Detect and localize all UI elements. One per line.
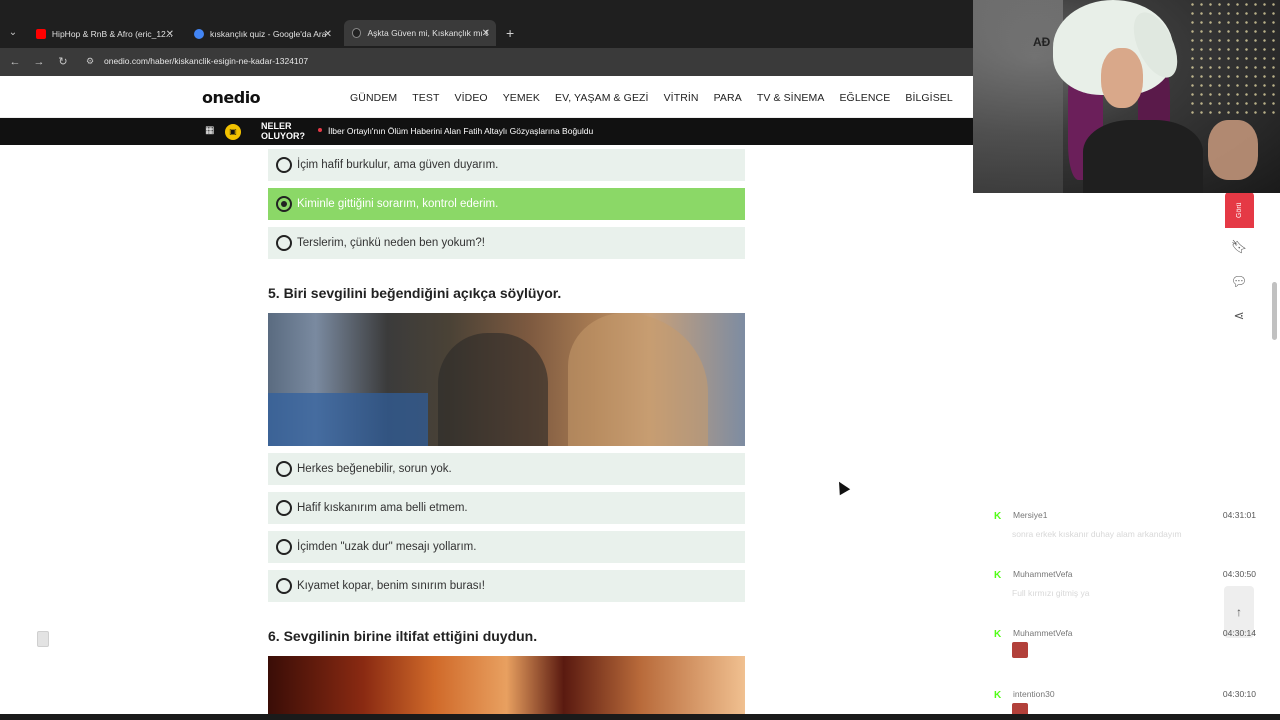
tab-close-icon[interactable]: ✕ — [166, 29, 174, 40]
webcam-sign: AÐ — [1033, 35, 1051, 49]
chat-message: K MuhammetVefa 04:30:14 — [994, 628, 1264, 668]
radio-checked-icon — [276, 196, 292, 212]
kick-icon: K — [994, 570, 1002, 581]
live-badge-icon: ▣ — [225, 124, 241, 140]
nav-item-eglence[interactable]: EĞLENCE — [839, 92, 890, 104]
radio-icon — [276, 578, 292, 594]
chat-message: K Mersiye1 04:31:01 sonra erkek kıskanır… — [994, 510, 1264, 550]
chat-username: Mersiye1 — [1013, 510, 1048, 520]
answer-text: Hafif kıskanırım ama belli etmem. — [297, 502, 468, 514]
answer-option[interactable]: İçimden "uzak dur" mesajı yollarım. — [268, 531, 745, 563]
ticker-headline[interactable]: İlber Ortaylı'nın Ölüm Haberini Alan Fat… — [328, 126, 593, 136]
answer-option[interactable]: Kıyamet kopar, benim sınırım burası! — [268, 570, 745, 602]
chat-message: K MuhammetVefa 04:30:50 Full kırmızı git… — [994, 569, 1264, 609]
nav-item-ev-yasam-gezi[interactable]: EV, YAŞAM & GEZİ — [555, 92, 649, 104]
answer-text: Herkes beğenebilir, sorun yok. — [297, 463, 452, 475]
chat-username: MuhammetVefa — [1013, 628, 1073, 638]
grid-menu-icon[interactable]: ▦ — [205, 125, 214, 136]
radio-icon — [276, 157, 292, 173]
nav-item-video[interactable]: VİDEO — [455, 92, 488, 104]
taskbar-edge — [0, 714, 1280, 720]
answer-option[interactable]: İçim hafif burkulur, ama güven duyarım. — [268, 149, 745, 181]
answer-option[interactable]: Terslerim, çünkü neden ben yokum?! — [268, 227, 745, 259]
tab-close-icon[interactable]: ✕ — [324, 29, 332, 40]
nav-item-tv-sinema[interactable]: TV & SİNEMA — [757, 92, 825, 104]
google-icon — [194, 29, 204, 39]
url-field[interactable]: onedio.com/haber/kiskanclik-esigin-ne-ka… — [104, 56, 308, 66]
browser-tab[interactable]: kıskançlık quiz - Google'da Ara ✕ — [186, 22, 338, 46]
chat-time: 04:30:10 — [1222, 689, 1256, 699]
question-image — [268, 656, 745, 716]
kick-icon: K — [994, 511, 1002, 522]
chat-username: MuhammetVefa — [1013, 569, 1073, 579]
answer-option-selected[interactable]: Kiminle gittiğini sorarım, kontrol ederi… — [268, 188, 745, 220]
youtube-icon — [36, 29, 46, 39]
scrollbar-thumb[interactable] — [1272, 282, 1277, 340]
answer-text: Kıyamet kopar, benim sınırım burası! — [297, 580, 485, 592]
chat-username: intention30 — [1013, 689, 1055, 699]
kick-icon: K — [994, 629, 1002, 640]
chat-time: 04:30:14 — [1222, 628, 1256, 638]
answer-option[interactable]: Hafif kıskanırım ama belli etmem. — [268, 492, 745, 524]
browser-tab-active[interactable]: Aşkta Güven mi, Kıskançlık mı 8... ✕ — [344, 20, 496, 46]
tab-search-icon[interactable]: ⌄ — [4, 24, 22, 42]
ticker-label: NELER OLUYOR? — [261, 121, 305, 141]
mouse-cursor-icon — [833, 478, 851, 496]
question-image — [268, 313, 745, 446]
bookmark-icon[interactable]: 🔖︎ — [1229, 237, 1249, 257]
kick-icon: K — [994, 690, 1002, 701]
question-title: 5. Biri sevgilini beğendiğini açıkça söy… — [268, 285, 562, 301]
forward-icon[interactable]: → — [30, 53, 48, 71]
answer-text: İçim hafif burkulur, ama güven duyarım. — [297, 159, 499, 171]
nav-item-vitrin[interactable]: VİTRİN — [664, 92, 699, 104]
screen: ⌄ HipHop & RnB & Afro (eric_12... ✕ kısk… — [0, 0, 1280, 720]
tab-title: Aşkta Güven mi, Kıskançlık mı 8... — [367, 28, 488, 38]
radio-icon — [276, 461, 292, 477]
ticker-dot — [318, 128, 322, 132]
reload-icon[interactable]: ↻ — [54, 53, 72, 71]
answer-text: İçimden "uzak dur" mesajı yollarım. — [297, 541, 477, 553]
nav-item-para[interactable]: PARA — [714, 92, 742, 104]
chat-time: 04:30:50 — [1222, 569, 1256, 579]
comment-icon[interactable]: 💬︎ — [1229, 272, 1249, 292]
tab-close-icon[interactable]: ✕ — [482, 28, 490, 39]
site-header: onedio GÜNDEM TEST VİDEO YEMEK EV, YAŞAM… — [0, 78, 974, 118]
radio-icon — [276, 235, 292, 251]
browser-tab[interactable]: HipHop & RnB & Afro (eric_12... ✕ — [28, 22, 180, 46]
answer-option[interactable]: Herkes beğenebilir, sorun yok. — [268, 453, 745, 485]
new-tab-icon[interactable]: + — [506, 24, 514, 42]
ticker-label-line2: OLUYOR? — [261, 130, 305, 141]
answer-text: Terslerim, çünkü neden ben yokum?! — [297, 237, 485, 249]
webcam-overlay: AÐ — [973, 0, 1280, 193]
radio-icon — [276, 539, 292, 555]
main-nav: GÜNDEM TEST VİDEO YEMEK EV, YAŞAM & GEZİ… — [350, 92, 968, 104]
tab-title: HipHop & RnB & Afro (eric_12... — [51, 29, 172, 39]
answer-text: Kiminle gittiğini sorarım, kontrol ederi… — [297, 198, 499, 210]
comments-tab[interactable]: Görü — [1225, 192, 1254, 228]
share-icon[interactable]: ⋖ — [1229, 306, 1249, 326]
back-icon[interactable]: ← — [6, 53, 24, 71]
chat-text: sonra erkek kıskanır duhay alam arkanday… — [1012, 529, 1182, 539]
tab-title: kıskançlık quiz - Google'da Ara — [210, 29, 327, 39]
nav-item-bilgisel[interactable]: BİLGİSEL — [905, 92, 953, 104]
site-logo[interactable]: onedio — [202, 88, 261, 107]
radio-icon — [276, 500, 292, 516]
nav-item-yemek[interactable]: YEMEK — [503, 92, 540, 104]
chat-time: 04:31:01 — [1222, 510, 1256, 520]
question-title: 6. Sevgilinin birine iltifat ettiğini du… — [268, 628, 538, 644]
nav-item-test[interactable]: TEST — [412, 92, 439, 104]
chat-text: Full kırmızı gitmiş ya — [1012, 588, 1090, 598]
floating-file-icon[interactable] — [37, 631, 49, 647]
news-ticker: ▦ ▣ NELER OLUYOR? İlber Ortaylı'nın Ölüm… — [0, 118, 974, 145]
site-info-icon[interactable]: ⚙ — [86, 56, 94, 67]
emote-icon — [1012, 642, 1028, 658]
nav-item-gundem[interactable]: GÜNDEM — [350, 92, 397, 104]
onedio-favicon-icon — [352, 28, 362, 38]
